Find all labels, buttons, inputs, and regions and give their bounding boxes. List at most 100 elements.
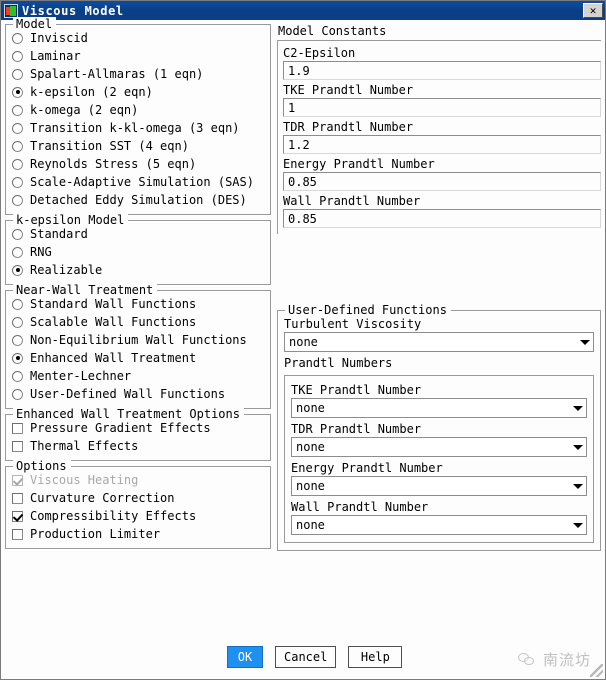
- label-udf-tdr-prandtl-number: TDR Prandtl Number: [291, 422, 422, 436]
- radio-icon-selected: [12, 264, 23, 276]
- checkbox-compressibility-effects[interactable]: Compressibility Effects: [12, 507, 264, 525]
- radio-scale-adaptive-simulation[interactable]: Scale-Adaptive Simulation (SAS): [12, 173, 264, 191]
- label-prandtl-numbers: Prandtl Numbers: [284, 356, 393, 370]
- ok-button[interactable]: OK: [227, 646, 263, 668]
- watermark-text: 南流坊: [542, 651, 591, 669]
- dropdown-value: none: [296, 479, 325, 493]
- radio-icon: [12, 32, 23, 44]
- near-wall-treatment-group-title: Near-Wall Treatment: [13, 283, 158, 297]
- radio-spalart-allmaras[interactable]: Spalart-Allmaras (1 eqn): [12, 65, 264, 83]
- label-udf-tke-prandtl-number: TKE Prandtl Number: [291, 383, 422, 397]
- window-title: Viscous Model: [22, 3, 124, 18]
- radio-transition-k-kl-omega[interactable]: Transition k-kl-omega (3 eqn): [12, 119, 264, 137]
- dropdown-udf-tke-prandtl-number[interactable]: none: [291, 398, 587, 418]
- checkbox-icon: [12, 492, 23, 504]
- radio-label: k-epsilon (2 eqn): [30, 85, 153, 99]
- dropdown-udf-energy-prandtl-number[interactable]: none: [291, 476, 587, 496]
- viscous-model-dialog: Viscous Model ✕ Model Inviscid Laminar S…: [0, 0, 606, 680]
- radio-label: Spalart-Allmaras (1 eqn): [30, 67, 204, 81]
- radio-k-epsilon[interactable]: k-epsilon (2 eqn): [12, 83, 264, 101]
- radio-detached-eddy-simulation[interactable]: Detached Eddy Simulation (DES): [12, 191, 264, 209]
- radio-scalable-wall-functions[interactable]: Scalable Wall Functions: [12, 313, 264, 331]
- k-epsilon-model-group: k-epsilon Model Standard RNG Realizable: [5, 213, 271, 285]
- label-tdr-prandtl-number: TDR Prandtl Number: [283, 120, 414, 134]
- radio-non-equilibrium-wall-functions[interactable]: Non-Equilibrium Wall Functions: [12, 331, 264, 349]
- dialog-body: Model Inviscid Laminar Spalart-Allmaras …: [1, 17, 605, 635]
- enhanced-wall-treatment-options-title: Enhanced Wall Treatment Options: [13, 407, 244, 421]
- radio-realizable[interactable]: Realizable: [12, 261, 264, 279]
- right-column: Model Constants C2-Epsilon 1.9 TKE Prand…: [271, 24, 601, 635]
- checkbox-curvature-correction[interactable]: Curvature Correction: [12, 489, 264, 507]
- enhanced-wall-treatment-options-group: Enhanced Wall Treatment Options Pressure…: [5, 407, 271, 461]
- radio-label: Standard: [30, 227, 88, 241]
- radio-icon-selected: [12, 86, 23, 98]
- dropdown-value: none: [296, 440, 325, 454]
- dropdown-value: none: [296, 518, 325, 532]
- radio-icon: [12, 50, 23, 62]
- watermark: 南流坊: [517, 649, 591, 670]
- dropdown-udf-tdr-prandtl-number[interactable]: none: [291, 437, 587, 457]
- radio-laminar[interactable]: Laminar: [12, 47, 264, 65]
- radio-icon: [12, 122, 23, 134]
- input-energy-prandtl-number[interactable]: 0.85: [283, 172, 601, 191]
- dropdown-value: none: [296, 401, 325, 415]
- close-icon[interactable]: ✕: [583, 3, 603, 18]
- input-wall-prandtl-number[interactable]: 0.85: [283, 209, 601, 228]
- checkbox-icon: [12, 440, 23, 452]
- dropdown-turbulent-viscosity[interactable]: none: [284, 332, 594, 352]
- right-column-spacer: [277, 234, 601, 310]
- radio-enhanced-wall-treatment[interactable]: Enhanced Wall Treatment: [12, 349, 264, 367]
- label-c2-epsilon: C2-Epsilon: [283, 46, 356, 60]
- radio-label: Reynolds Stress (5 eqn): [30, 157, 197, 171]
- radio-rng[interactable]: RNG: [12, 243, 264, 261]
- radio-inviscid[interactable]: Inviscid: [12, 29, 264, 47]
- dialog-footer: OK Cancel Help 南流坊: [1, 635, 605, 679]
- radio-icon: [12, 370, 23, 382]
- checkbox-thermal-effects[interactable]: Thermal Effects: [12, 437, 264, 455]
- radio-transition-sst[interactable]: Transition SST (4 eqn): [12, 137, 264, 155]
- radio-reynolds-stress[interactable]: Reynolds Stress (5 eqn): [12, 155, 264, 173]
- radio-icon: [12, 228, 23, 240]
- checkbox-label: Thermal Effects: [30, 439, 139, 453]
- model-constants-title: Model Constants: [278, 24, 387, 38]
- chevron-down-icon: [569, 516, 586, 534]
- radio-label: Scalable Wall Functions: [30, 315, 197, 329]
- checkbox-viscous-heating: Viscous Heating: [12, 471, 264, 489]
- input-c2-epsilon[interactable]: 1.9: [283, 61, 601, 80]
- help-button[interactable]: Help: [348, 646, 403, 668]
- near-wall-treatment-group: Near-Wall Treatment Standard Wall Functi…: [5, 283, 271, 409]
- radio-standard[interactable]: Standard: [12, 225, 264, 243]
- radio-icon: [12, 68, 23, 80]
- label-wall-prandtl-number: Wall Prandtl Number: [283, 194, 421, 208]
- radio-menter-lechner[interactable]: Menter-Lechner: [12, 367, 264, 385]
- user-defined-functions-title: User-Defined Functions: [285, 303, 451, 317]
- cancel-button[interactable]: Cancel: [275, 646, 337, 668]
- chevron-down-icon: [569, 399, 586, 417]
- radio-standard-wall-functions[interactable]: Standard Wall Functions: [12, 295, 264, 313]
- radio-user-defined-wall-functions[interactable]: User-Defined Wall Functions: [12, 385, 264, 403]
- checkbox-label: Production Limiter: [30, 527, 161, 541]
- checkbox-icon: [12, 422, 23, 434]
- checkbox-label: Pressure Gradient Effects: [30, 421, 211, 435]
- checkbox-icon: [12, 528, 23, 540]
- checkbox-production-limiter[interactable]: Production Limiter: [12, 525, 264, 543]
- model-constants-box: C2-Epsilon 1.9 TKE Prandtl Number 1 TDR …: [277, 40, 601, 234]
- dropdown-udf-wall-prandtl-number[interactable]: none: [291, 515, 587, 535]
- input-tdr-prandtl-number[interactable]: 1.2: [283, 135, 601, 154]
- prandtl-numbers-group: TKE Prandtl Number none TDR Prandtl Numb…: [284, 375, 594, 543]
- radio-icon: [12, 140, 23, 152]
- radio-icon: [12, 176, 23, 188]
- radio-k-omega[interactable]: k-omega (2 eqn): [12, 101, 264, 119]
- label-udf-wall-prandtl-number: Wall Prandtl Number: [291, 500, 429, 514]
- radio-label: User-Defined Wall Functions: [30, 387, 226, 401]
- checkbox-pressure-gradient-effects[interactable]: Pressure Gradient Effects: [12, 419, 264, 437]
- radio-icon: [12, 194, 23, 206]
- radio-icon: [12, 316, 23, 328]
- options-group: Options Viscous Heating Curvature Correc…: [5, 459, 271, 549]
- input-tke-prandtl-number[interactable]: 1: [283, 98, 601, 117]
- left-column: Model Inviscid Laminar Spalart-Allmaras …: [5, 17, 271, 635]
- titlebar[interactable]: Viscous Model ✕: [1, 1, 605, 20]
- radio-label: Menter-Lechner: [30, 369, 132, 383]
- label-udf-energy-prandtl-number: Energy Prandtl Number: [291, 461, 443, 475]
- resize-grip[interactable]: [590, 664, 603, 677]
